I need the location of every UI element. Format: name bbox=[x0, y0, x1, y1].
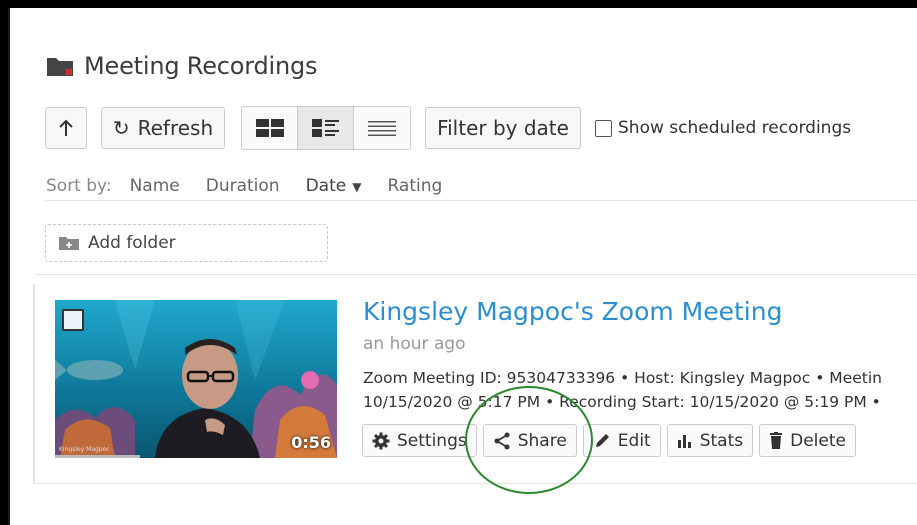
grid-view-button[interactable] bbox=[242, 107, 298, 149]
compact-list-view-button[interactable] bbox=[354, 107, 410, 149]
bar-chart-icon bbox=[677, 434, 691, 448]
edit-button[interactable]: Edit bbox=[582, 424, 661, 457]
recording-age: an hour ago bbox=[363, 334, 466, 354]
settings-button[interactable]: Settings bbox=[362, 424, 477, 457]
select-checkbox[interactable] bbox=[62, 309, 84, 331]
show-scheduled-checkbox[interactable] bbox=[595, 119, 612, 137]
recording-meta-line2: 10/15/2020 @ 5:17 PM • Recording Start: … bbox=[363, 393, 881, 411]
refresh-icon: ↻ bbox=[112, 116, 130, 140]
add-folder-button[interactable]: Add folder bbox=[45, 224, 328, 262]
recording-actions: Settings Share Edit Stats Delete bbox=[362, 424, 862, 457]
divider bbox=[35, 274, 917, 275]
sort-option-date-label: Date bbox=[305, 176, 347, 196]
add-folder-icon bbox=[59, 237, 79, 250]
detail-list-view-button[interactable] bbox=[298, 107, 354, 149]
toolbar: ↻ Refresh Filter by date Show scheduled … bbox=[45, 106, 851, 150]
detail-list-icon bbox=[311, 119, 339, 137]
sort-option-name[interactable]: Name bbox=[130, 176, 180, 196]
grid-view-icon bbox=[255, 119, 284, 137]
stats-button[interactable]: Stats bbox=[666, 424, 754, 457]
recording-item: Kingsley Magpoc 0:56 Kingsley Magpoc's Z… bbox=[33, 284, 917, 484]
refresh-button[interactable]: ↻ Refresh bbox=[101, 107, 225, 149]
show-scheduled-label: Show scheduled recordings bbox=[618, 118, 852, 138]
pencil-icon bbox=[595, 433, 609, 447]
compact-list-icon bbox=[368, 121, 396, 136]
recording-thumbnail[interactable]: Kingsley Magpoc 0:56 bbox=[55, 300, 337, 458]
share-button[interactable]: Share bbox=[482, 424, 577, 457]
thumbnail-caption: Kingsley Magpoc bbox=[59, 446, 110, 453]
sort-option-rating[interactable]: Rating bbox=[387, 176, 442, 196]
gear-icon bbox=[372, 432, 390, 449]
folder-icon bbox=[47, 58, 73, 76]
page-header: Meeting Recordings bbox=[46, 52, 318, 80]
divider bbox=[45, 200, 917, 201]
add-folder-label: Add folder bbox=[88, 233, 176, 253]
sort-option-date[interactable]: Date ▼ bbox=[306, 176, 362, 196]
sort-bar: Sort by: Name Duration Date ▼ Rating bbox=[46, 176, 468, 196]
recording-title-link[interactable]: Kingsley Magpoc's Zoom Meeting bbox=[363, 297, 782, 326]
edit-label: Edit bbox=[617, 430, 651, 451]
show-scheduled-toggle[interactable]: Show scheduled recordings bbox=[595, 118, 851, 138]
playback-progress bbox=[55, 455, 140, 458]
refresh-label: Refresh bbox=[137, 116, 214, 140]
settings-label: Settings bbox=[397, 430, 467, 451]
recordings-panel: Meeting Recordings ↻ Refresh Filter by d… bbox=[8, 8, 917, 525]
duration-badge: 0:56 bbox=[291, 433, 331, 452]
filter-by-date-button[interactable]: Filter by date bbox=[425, 107, 581, 149]
page-title: Meeting Recordings bbox=[84, 52, 318, 80]
sort-option-duration[interactable]: Duration bbox=[206, 176, 280, 196]
share-label: Share bbox=[517, 430, 567, 451]
stats-label: Stats bbox=[699, 430, 744, 451]
caret-down-icon: ▼ bbox=[352, 180, 362, 194]
view-mode-group bbox=[241, 106, 411, 150]
up-button[interactable] bbox=[45, 107, 87, 149]
delete-button[interactable]: Delete bbox=[759, 424, 856, 457]
sort-label: Sort by: bbox=[46, 176, 112, 196]
delete-label: Delete bbox=[790, 430, 846, 451]
share-icon bbox=[494, 432, 510, 449]
trash-icon bbox=[770, 432, 783, 449]
recording-meta-line1: Zoom Meeting ID: 95304733396 • Host: Kin… bbox=[363, 369, 882, 387]
arrow-up-icon bbox=[59, 119, 73, 136]
